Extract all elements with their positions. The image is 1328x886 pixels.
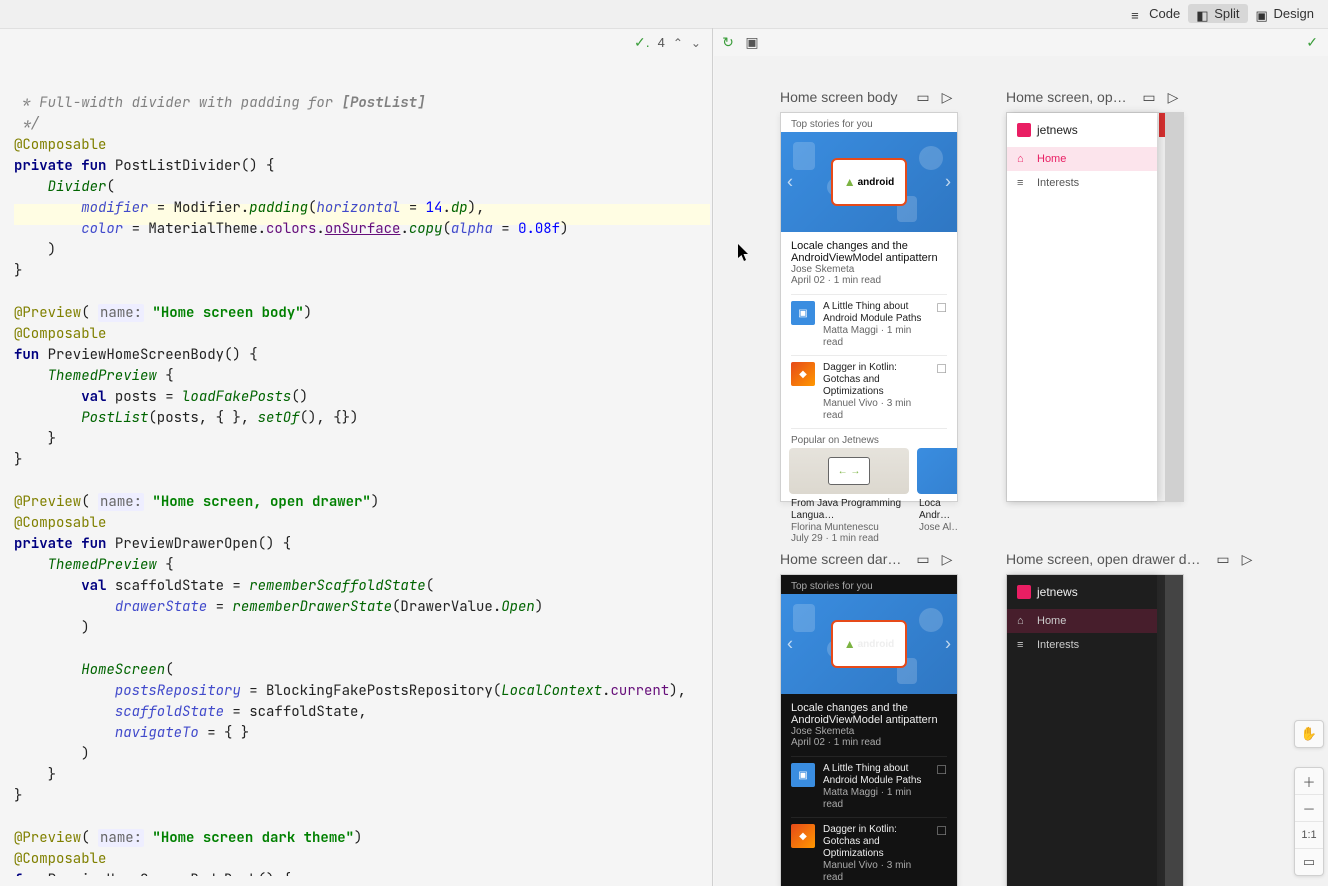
- deploy-to-device-icon[interactable]: ▭: [1214, 550, 1232, 568]
- hero-title: Locale changes and the AndroidViewModel …: [791, 240, 947, 264]
- drawer-item-interests[interactable]: ≡Interests: [1007, 633, 1157, 657]
- view-tab-code[interactable]: ≡ Code: [1123, 4, 1188, 23]
- preview-device[interactable]: Top stories for you ‹› ▲android Locale c…: [780, 112, 958, 502]
- drawer-item-interests[interactable]: ≡Interests: [1007, 171, 1157, 195]
- hand-icon: ✋: [1295, 721, 1323, 747]
- view-tab-label: Design: [1274, 6, 1314, 21]
- splitter[interactable]: [712, 28, 713, 886]
- preview-device[interactable]: jetnews ⌂Home ≡Interests: [1006, 112, 1184, 502]
- refresh-icon[interactable]: ↻: [720, 34, 736, 50]
- interactive-preview-icon[interactable]: ▷: [1164, 88, 1182, 106]
- bookmark-icon[interactable]: ☐: [936, 763, 947, 777]
- preview-title: Home screen, ope… ▭ ▷: [1006, 88, 1182, 106]
- build-ok-icon[interactable]: ✓: [1306, 34, 1318, 51]
- nav-drawer: jetnews ⌂Home ≡Interests: [1007, 575, 1157, 886]
- hero-meta: April 02 · 1 min read: [791, 275, 947, 286]
- preview-title: Home screen body ▭ ▷: [780, 88, 956, 106]
- hero-image: ‹› ▲android: [781, 594, 957, 694]
- drawer-item-home[interactable]: ⌂Home: [1007, 147, 1157, 171]
- zoom-1to1-button[interactable]: 1:1: [1295, 821, 1323, 848]
- preview-device[interactable]: jetnews ⌂Home ≡Interests: [1006, 574, 1184, 886]
- preview-title: Home screen, open drawer dar… ▭ ▷: [1006, 550, 1256, 568]
- view-tab-split[interactable]: ◧ Split: [1188, 4, 1247, 23]
- view-tab-label: Split: [1214, 6, 1239, 21]
- preview-title: Home screen dark … ▭ ▷: [780, 550, 956, 568]
- post-thumb: ◆: [791, 362, 815, 386]
- deploy-to-device-icon[interactable]: ▭: [1140, 88, 1158, 106]
- deploy-to-device-icon[interactable]: ▭: [914, 88, 932, 106]
- popular-card: Loca Andr… Jose Al…: [917, 448, 957, 544]
- home-icon: ⌂: [1017, 153, 1029, 165]
- zoom-out-button[interactable]: －: [1295, 794, 1323, 821]
- view-tab-design[interactable]: ▣ Design: [1248, 4, 1322, 23]
- popular-card: ← → From Java Programming Langua… Florin…: [789, 448, 909, 544]
- section-heading: Top stories for you: [781, 113, 957, 132]
- zoom-controls: ＋ － 1:1 ▭: [1294, 767, 1324, 876]
- image-icon: ▣: [1256, 8, 1270, 20]
- interactive-preview-icon[interactable]: ▷: [938, 550, 956, 568]
- drawer-item-home[interactable]: ⌂Home: [1007, 609, 1157, 633]
- nav-drawer: jetnews ⌂Home ≡Interests: [1007, 113, 1157, 501]
- zoom-fit-button[interactable]: ▭: [1295, 848, 1323, 875]
- bookmark-icon[interactable]: ☐: [936, 362, 947, 376]
- preview-panel[interactable]: Home screen body ▭ ▷ Top stories for you…: [714, 56, 1328, 886]
- split-icon: ◧: [1196, 8, 1210, 20]
- hero-image: ‹› ▲android: [781, 132, 957, 232]
- bookmark-icon[interactable]: ☐: [936, 824, 947, 838]
- zoom-in-button[interactable]: ＋: [1295, 768, 1323, 794]
- list-icon: ≡: [1017, 177, 1029, 189]
- interactive-preview-icon[interactable]: ▷: [938, 88, 956, 106]
- app-brand: jetnews: [1037, 123, 1078, 137]
- hero-title: Locale changes and the AndroidViewModel …: [791, 702, 947, 726]
- editor-toolbar: ≡ Code ◧ Split ▣ Design: [0, 0, 1328, 29]
- post-thumb: ▣: [791, 301, 815, 325]
- bookmark-icon[interactable]: ☐: [936, 301, 947, 315]
- post-row: ▣ A Little Thing about Android Module Pa…: [781, 295, 957, 355]
- deploy-to-device-icon[interactable]: ▭: [914, 550, 932, 568]
- view-tab-label: Code: [1149, 6, 1180, 21]
- preview-device[interactable]: Top stories for you ‹› ▲android Locale c…: [780, 574, 958, 886]
- scroll-track: [1165, 113, 1183, 501]
- section-heading: Top stories for you: [781, 575, 957, 594]
- hero-author: Jose Skemeta: [791, 264, 947, 275]
- scroll-track: [1165, 575, 1183, 886]
- app-logo: [1017, 123, 1031, 137]
- code-editor[interactable]: * Full-width divider with padding for [P…: [14, 30, 710, 876]
- pan-tool[interactable]: ✋: [1294, 720, 1324, 748]
- section-heading: Popular on Jetnews: [781, 429, 957, 448]
- survey-icon[interactable]: ▣: [744, 34, 760, 50]
- interactive-preview-icon[interactable]: ▷: [1238, 550, 1256, 568]
- list-icon: ≡: [1131, 8, 1145, 20]
- post-row: ◆ Dagger in Kotlin: Gotchas and Optimiza…: [781, 356, 957, 428]
